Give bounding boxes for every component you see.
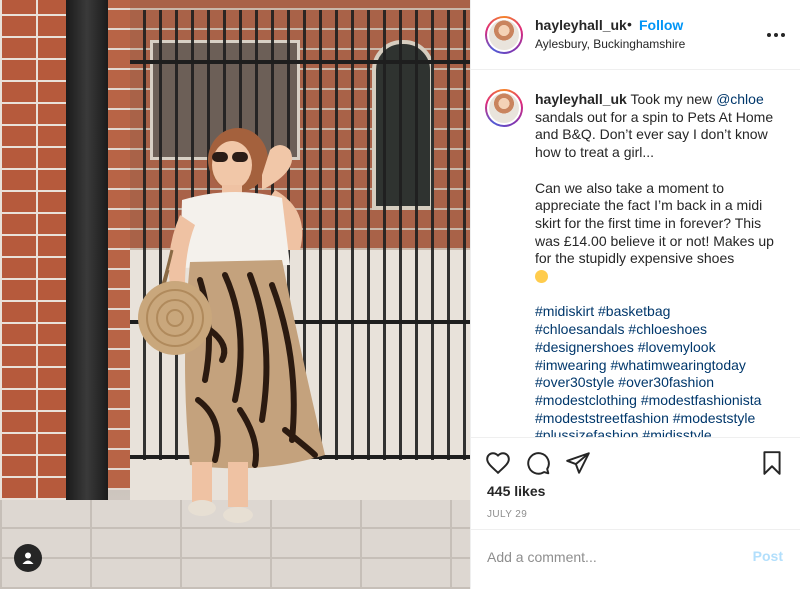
more-options-icon[interactable] (767, 26, 785, 44)
hashtag-link[interactable]: #lovemylook (638, 339, 716, 355)
mention-link[interactable]: @chloe (716, 91, 764, 107)
comment-icon[interactable] (525, 450, 551, 476)
hashtag-link[interactable]: #over30fashion (618, 374, 714, 390)
woman-figure (138, 128, 325, 523)
post-actions: 445 likes JULY 29 (471, 437, 800, 529)
bookmark-icon[interactable] (759, 450, 785, 476)
hashtag-list: #midiskirt #basketbag #chloesandals #chl… (535, 303, 785, 437)
post-details-panel: hayleyhall_uk • Follow Aylesbury, Buckin… (470, 0, 800, 589)
caption-avatar[interactable] (485, 89, 523, 127)
likes-count[interactable]: 445 likes (487, 483, 545, 499)
comment-bar: Post (471, 529, 800, 589)
caption-text: hayleyhall_uk Took my new @chloe sandals… (535, 91, 785, 437)
hashtag-link[interactable]: #imwearing (535, 357, 607, 373)
paper-plane-icon[interactable] (565, 450, 591, 476)
hashtag-link[interactable]: #designershoes (535, 339, 634, 355)
caption-area: hayleyhall_uk Took my new @chloe sandals… (471, 71, 800, 437)
hashtag-link[interactable]: #plussizefashion (535, 427, 639, 437)
hashtag-link[interactable]: #modestclothing (535, 392, 637, 408)
post-header: hayleyhall_uk • Follow Aylesbury, Buckin… (471, 0, 800, 70)
user-icon (22, 552, 34, 564)
caption-text-part: sandals out for a spin to Pets At Home a… (535, 108, 774, 161)
hashtag-link[interactable]: #whatimwearingtoday (610, 357, 745, 373)
heart-icon[interactable] (485, 450, 511, 476)
location-link[interactable]: Aylesbury, Buckinghamshire (535, 37, 685, 51)
post-photo[interactable] (0, 0, 470, 589)
hashtag-link[interactable]: #modeststreetfashion (535, 410, 669, 426)
hashtag-link[interactable]: #modeststyle (673, 410, 755, 426)
hashtag-link[interactable]: #modestfashionista (641, 392, 762, 408)
hashtag-link[interactable]: #chloeshoes (628, 321, 707, 337)
hashtag-link[interactable]: #basketbag (598, 303, 670, 319)
avatar[interactable] (485, 16, 523, 54)
hashtag-link[interactable]: #over30style (535, 374, 614, 390)
tagged-users-button[interactable] (14, 544, 42, 572)
upside-down-face-emoji-icon (535, 270, 548, 284)
caption-username[interactable]: hayleyhall_uk (535, 91, 627, 107)
separator-dot: • (627, 16, 632, 32)
comment-input[interactable] (487, 546, 727, 568)
post-date[interactable]: JULY 29 (487, 509, 527, 520)
caption-paragraph: Can we also take a moment to appreciate … (535, 179, 774, 267)
post-comment-button[interactable]: Post (753, 548, 783, 564)
hashtag-link[interactable]: #midisstyle (642, 427, 711, 437)
follow-button[interactable]: Follow (639, 17, 683, 33)
username-link[interactable]: hayleyhall_uk (535, 17, 627, 33)
hashtag-link[interactable]: #chloesandals (535, 321, 625, 337)
caption-text-part: Took my new (630, 91, 713, 107)
hashtag-link[interactable]: #midiskirt (535, 303, 594, 319)
